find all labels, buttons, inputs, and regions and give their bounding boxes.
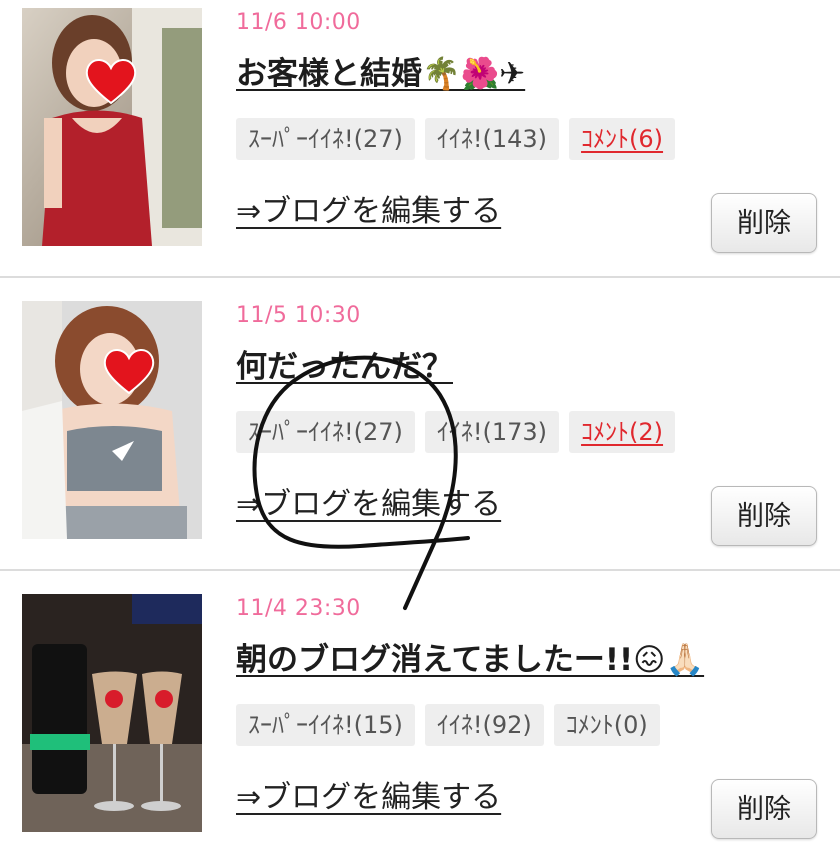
divider [0, 569, 840, 571]
super-like-count: ｽｰﾊﾟｰｲｲﾈ!(27) [236, 411, 415, 453]
photo-champagne-glasses [22, 594, 202, 832]
post-title-link[interactable]: お客様と結婚🌴🌺✈ [236, 48, 525, 93]
post-thumbnail[interactable] [22, 8, 202, 246]
comment-count-link[interactable]: ｺﾒﾝﾄ(2) [569, 411, 676, 453]
like-count: ｲｲﾈ!(143) [424, 118, 560, 160]
post-date: 11/5 10:30 [236, 303, 361, 328]
photo-woman-red-dress [22, 8, 202, 246]
delete-button[interactable]: 削除 [711, 193, 817, 253]
reaction-counts: ｽｰﾊﾟｰｲｲﾈ!(27) ｲｲﾈ!(143) ｺﾒﾝﾄ(6) [236, 118, 676, 160]
post-date: 11/6 10:00 [236, 10, 361, 35]
super-like-count: ｽｰﾊﾟｰｲｲﾈ!(15) [236, 704, 415, 746]
edit-blog-link[interactable]: ⇒ブログを編集する [236, 772, 501, 816]
like-count: ｲｲﾈ!(173) [424, 411, 560, 453]
delete-button[interactable]: 削除 [711, 486, 817, 546]
edit-blog-link[interactable]: ⇒ブログを編集する [236, 479, 501, 523]
edit-blog-link[interactable]: ⇒ブログを編集する [236, 186, 501, 230]
divider [0, 276, 840, 278]
like-count: ｲｲﾈ!(92) [424, 704, 544, 746]
post-thumbnail[interactable] [22, 594, 202, 832]
post-title-link[interactable]: 何だったんだ？ [236, 341, 453, 386]
post-title-link[interactable]: 朝のブログ消えてましたー!!😖🙏🏻 [236, 634, 704, 679]
super-like-count: ｽｰﾊﾟｰｲｲﾈ!(27) [236, 118, 415, 160]
reaction-counts: ｽｰﾊﾟｰｲｲﾈ!(15) ｲｲﾈ!(92) ｺﾒﾝﾄ(0) [236, 704, 660, 746]
post-date: 11/4 23:30 [236, 596, 361, 621]
comment-count: ｺﾒﾝﾄ(0) [553, 704, 660, 746]
photo-woman-sports-bra [22, 301, 202, 539]
delete-button[interactable]: 削除 [711, 779, 817, 839]
heart-sticker-icon [103, 349, 155, 395]
reaction-counts: ｽｰﾊﾟｰｲｲﾈ!(27) ｲｲﾈ!(173) ｺﾒﾝﾄ(2) [236, 411, 676, 453]
post-thumbnail[interactable] [22, 301, 202, 539]
comment-count-link[interactable]: ｺﾒﾝﾄ(6) [569, 118, 676, 160]
heart-sticker-icon [85, 59, 137, 105]
